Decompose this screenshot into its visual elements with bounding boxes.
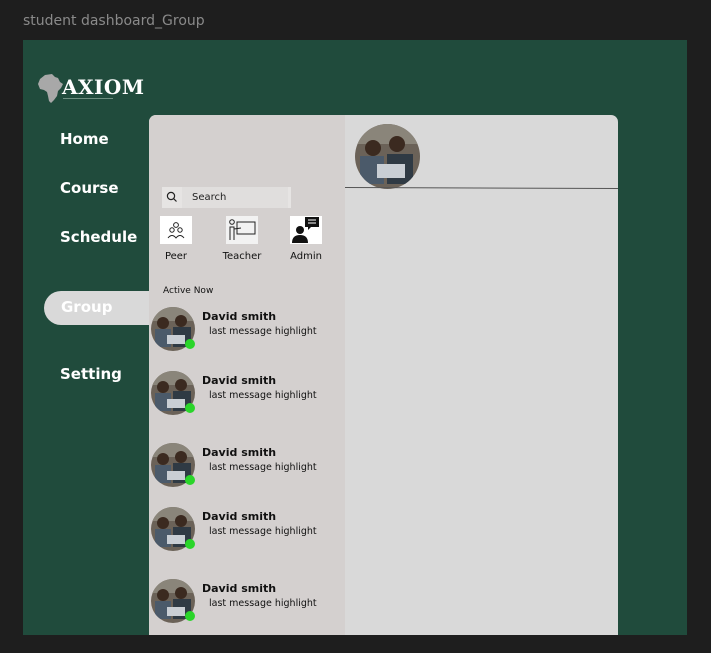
search-icon (166, 191, 177, 202)
search-box (162, 187, 291, 208)
chat-name: David smith (202, 310, 277, 323)
online-status-dot (185, 339, 195, 349)
category-admin-label: Admin (290, 251, 322, 262)
brand-name: AXIOM (62, 75, 145, 99)
chat-preview: last message highlight (209, 598, 317, 609)
africa-map-icon (38, 74, 63, 103)
chat-preview: last message highlight (209, 326, 317, 337)
chat-item[interactable]: David smith last message highlight (149, 507, 345, 553)
nav-setting[interactable]: Setting (60, 365, 122, 383)
category-peer[interactable]: Peer (156, 216, 196, 262)
search-input[interactable] (182, 187, 288, 208)
category-teacher-label: Teacher (222, 251, 262, 262)
nav-course[interactable]: Course (60, 179, 119, 197)
chat-list-column: Peer Teacher (149, 115, 345, 635)
chat-item[interactable]: David smith last message highlight (149, 579, 345, 625)
chat-preview: last message highlight (209, 462, 317, 473)
nav-schedule[interactable]: Schedule (60, 228, 137, 246)
chat-name: David smith (202, 582, 277, 595)
header-divider (345, 187, 618, 189)
chat-name: David smith (202, 374, 277, 387)
chat-item[interactable]: David smith last message highlight (149, 371, 345, 417)
teacher-icon (226, 216, 258, 244)
chat-item[interactable]: David smith last message highlight (149, 443, 345, 489)
category-teacher[interactable]: Teacher (222, 216, 262, 262)
category-peer-label: Peer (164, 251, 188, 262)
active-now-heading: Active Now (163, 286, 214, 296)
frame-title: student dashboard_Group (23, 13, 205, 29)
chat-name: David smith (202, 510, 277, 523)
online-status-dot (185, 475, 195, 485)
online-status-dot (185, 539, 195, 549)
dashboard-frame: AXIOM Home Course Schedule Group Setting (23, 40, 687, 635)
chat-item[interactable]: David smith last message highlight (149, 307, 345, 353)
brand-logo: AXIOM (38, 72, 148, 106)
chat-name: David smith (202, 446, 277, 459)
chat-panel: Peer Teacher (149, 115, 618, 635)
online-status-dot (185, 403, 195, 413)
conversation-avatar[interactable] (355, 124, 420, 189)
brand-tagline-line (63, 98, 113, 99)
peer-group-icon (160, 216, 192, 244)
admin-chat-icon (290, 216, 322, 244)
nav-group-label: Group (61, 298, 113, 316)
chat-preview: last message highlight (209, 390, 317, 401)
chat-preview: last message highlight (209, 526, 317, 537)
online-status-dot (185, 611, 195, 621)
nav-home[interactable]: Home (60, 130, 109, 148)
category-admin[interactable]: Admin (286, 216, 326, 262)
